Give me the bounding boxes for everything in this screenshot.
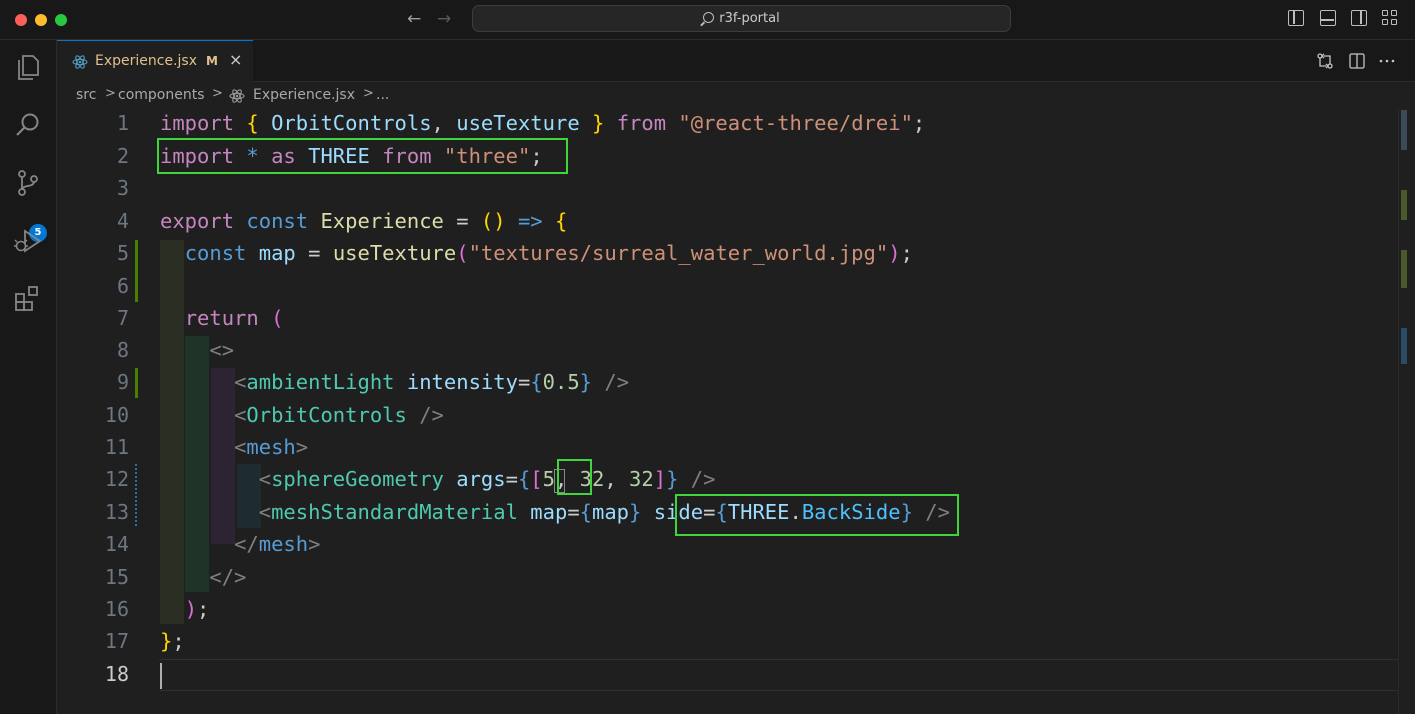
line-number: 18 [104, 662, 129, 686]
activity-bar: 5 [0, 40, 57, 714]
code-line: 7 return ( [57, 302, 1398, 334]
line-number: 1 [116, 111, 129, 135]
code-line: 10 <OrbitControls /> [57, 399, 1398, 431]
breadcrumb-item-components[interactable]: components [118, 87, 205, 103]
code-line: 1 import { OrbitControls, useTexture } f… [57, 107, 1398, 139]
toggle-primary-sidebar-icon[interactable] [1288, 10, 1304, 26]
line-number: 6 [116, 274, 129, 298]
forward-arrow-icon[interactable]: → [437, 9, 451, 29]
line-number: 8 [116, 338, 129, 362]
search-icon[interactable] [13, 110, 43, 140]
line-number: 15 [104, 565, 129, 589]
ruler-mark [1401, 190, 1407, 220]
line-number: 11 [104, 435, 129, 459]
code-line: 6 [57, 270, 1398, 302]
toggle-panel-icon[interactable] [1320, 10, 1336, 26]
extensions-icon[interactable] [13, 284, 43, 314]
react-icon [229, 89, 245, 103]
search-icon [703, 12, 715, 23]
code-line: 18 [57, 658, 1398, 690]
code-line: 15 </> [57, 561, 1398, 593]
line-number: 12 [104, 467, 129, 491]
code-editor[interactable]: 1 import { OrbitControls, useTexture } f… [57, 110, 1398, 714]
highlight-import-three [157, 138, 568, 174]
code-line: 17 }; [57, 625, 1398, 657]
breadcrumb-separator: > [363, 86, 374, 101]
files-icon[interactable] [13, 52, 43, 82]
close-icon[interactable]: × [229, 50, 242, 69]
back-arrow-icon[interactable]: ← [407, 9, 421, 29]
breadcrumb-separator: > [105, 86, 116, 101]
close-window-button[interactable] [15, 14, 27, 26]
breadcrumb-item-ellipsis[interactable]: ... [376, 87, 389, 103]
line-number: 17 [104, 629, 129, 653]
line-number: 7 [116, 306, 129, 330]
overview-ruler[interactable] [1398, 110, 1415, 714]
customize-layout-icon[interactable] [1382, 10, 1398, 26]
code-line: 9 <ambientLight intensity={0.5} /> [57, 366, 1398, 398]
line-number: 9 [116, 370, 129, 394]
ruler-mark [1401, 250, 1407, 288]
more-actions-icon[interactable] [1378, 52, 1396, 70]
line-number: 10 [104, 403, 129, 427]
window-title: r3f-portal [719, 11, 780, 26]
highlight-side-prop [675, 494, 959, 536]
breadcrumb-separator: > [212, 86, 223, 101]
code-line: 11 <mesh> [57, 431, 1398, 463]
breadcrumb: src > components > Experience.jsx > ... [57, 82, 1415, 110]
open-changes-icon[interactable] [1316, 52, 1334, 70]
code-line: 3 [57, 172, 1398, 204]
line-number: 2 [116, 144, 129, 168]
tab-label: Experience.jsx [95, 53, 197, 69]
tab-experience-jsx[interactable]: Experience.jsx M × [57, 40, 253, 82]
minimize-window-button[interactable] [35, 14, 47, 26]
react-icon [72, 55, 88, 69]
split-editor-icon[interactable] [1348, 52, 1366, 70]
tab-bar: Experience.jsx M × [57, 40, 1415, 82]
breadcrumb-item-file[interactable]: Experience.jsx [253, 87, 355, 103]
line-number: 16 [104, 597, 129, 621]
code-line: 5 const map = useTexture("textures/surre… [57, 237, 1398, 269]
code-line: 8 <> [57, 334, 1398, 366]
code-line: 16 ); [57, 593, 1398, 625]
line-number: 14 [104, 532, 129, 556]
toggle-secondary-sidebar-icon[interactable] [1351, 10, 1367, 26]
code-line: 4 export const Experience = () => { [57, 205, 1398, 237]
line-number: 4 [116, 209, 129, 233]
text-cursor [160, 663, 162, 689]
run-debug-icon[interactable] [13, 226, 43, 256]
highlight-radius-arg [557, 459, 592, 495]
breadcrumb-item-src[interactable]: src [76, 87, 96, 103]
source-control-icon[interactable] [13, 168, 43, 198]
command-center-search[interactable]: r3f-portal [472, 5, 1011, 32]
maximize-window-button[interactable] [55, 14, 67, 26]
line-number: 13 [104, 500, 129, 524]
line-number: 5 [116, 241, 129, 265]
title-bar: ← → r3f-portal [0, 0, 1415, 40]
code-line: 12 <sphereGeometry args={[5, 32, 32]} /> [57, 463, 1398, 495]
scroll-thumb[interactable] [1401, 110, 1407, 150]
line-number: 3 [116, 176, 129, 200]
modified-indicator: M [206, 54, 218, 68]
ruler-mark [1401, 328, 1407, 364]
